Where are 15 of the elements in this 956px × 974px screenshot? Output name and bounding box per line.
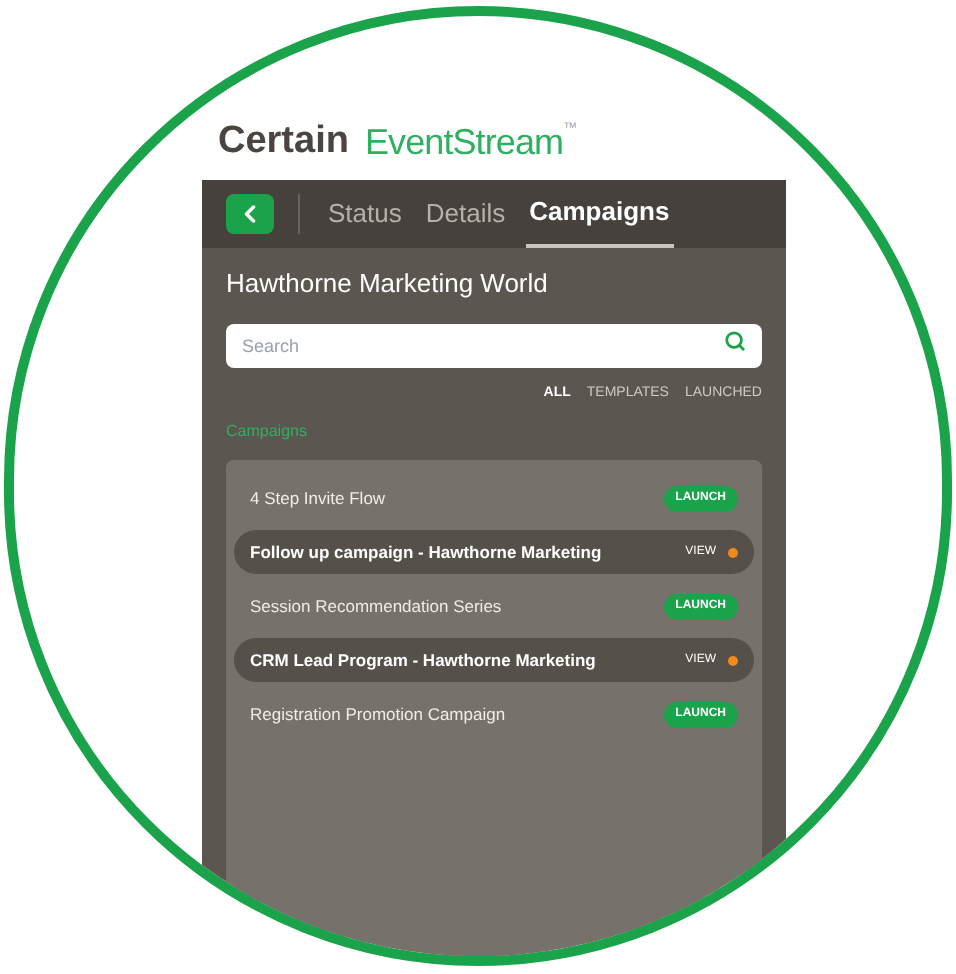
back-button[interactable]	[226, 194, 274, 234]
campaign-name: Session Recommendation Series	[250, 593, 502, 619]
tab[interactable]: Campaigns	[525, 180, 674, 248]
section-title: Campaigns	[226, 420, 309, 444]
campaign-name: Follow up campaign - Hawthorne Marketing	[250, 539, 602, 565]
search-icon	[724, 330, 746, 352]
tab[interactable]: Status	[324, 180, 406, 248]
brand-logo: Certain	[218, 117, 349, 166]
tab[interactable]: Details	[421, 180, 510, 248]
search-field[interactable]: Search	[226, 323, 762, 367]
campaign-name: Registration Promotion Campaign	[250, 701, 506, 727]
event-title: Hawthorne Marketing World	[226, 266, 550, 302]
campaign-name: 4 Step Invite Flow	[250, 485, 386, 511]
product-name: EventStream	[364, 119, 564, 165]
campaign-name: CRM Lead Program - Hawthorne Marketing	[250, 647, 596, 673]
